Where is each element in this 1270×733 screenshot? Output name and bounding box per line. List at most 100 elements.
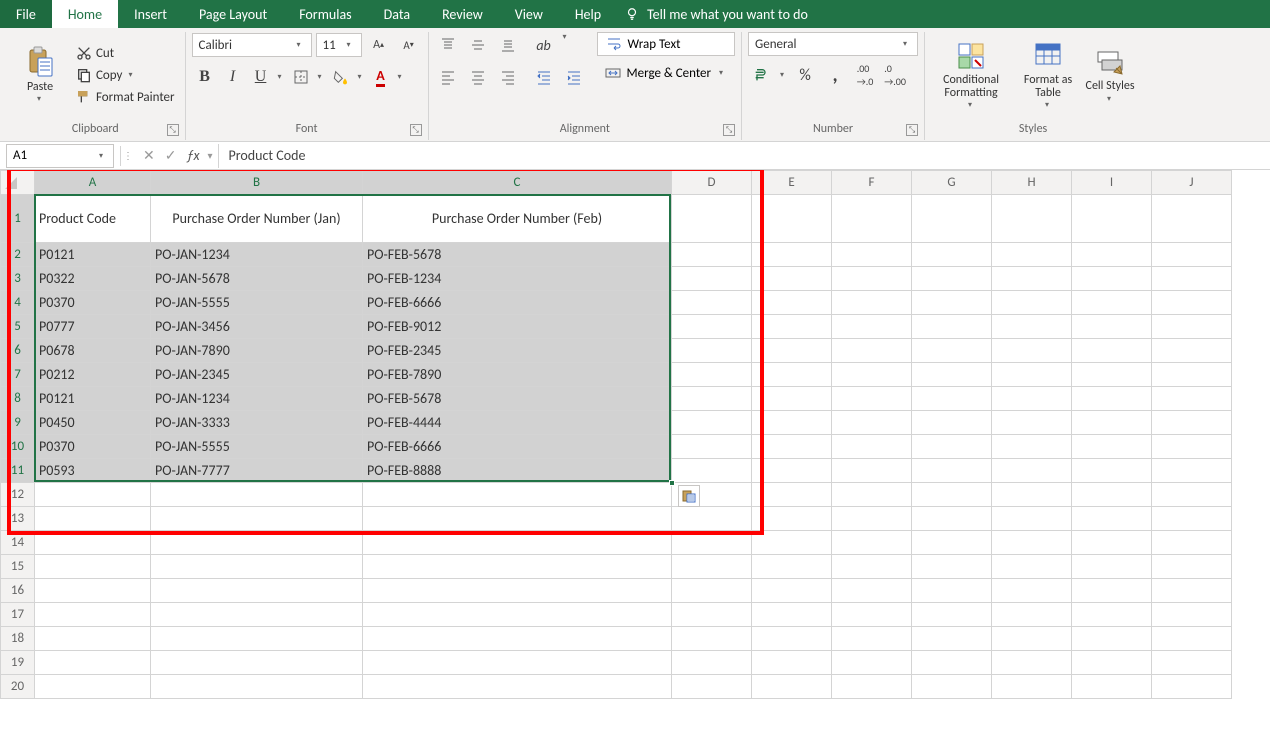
cell[interactable] xyxy=(363,483,672,507)
borders-button[interactable] xyxy=(288,64,314,90)
tab-home[interactable]: Home xyxy=(52,0,118,28)
cell[interactable] xyxy=(912,387,992,411)
cell[interactable] xyxy=(1072,627,1152,651)
cell[interactable] xyxy=(992,339,1072,363)
cell[interactable] xyxy=(752,195,832,243)
cell[interactable] xyxy=(1072,579,1152,603)
cell[interactable] xyxy=(363,555,672,579)
cell[interactable] xyxy=(1072,363,1152,387)
font-size-select[interactable]: 11▾ xyxy=(316,33,362,57)
fill-color-button[interactable] xyxy=(328,64,354,90)
col-header-C[interactable]: C xyxy=(363,171,672,195)
cell[interactable] xyxy=(363,531,672,555)
cell[interactable] xyxy=(1152,195,1232,243)
cell[interactable] xyxy=(992,459,1072,483)
tell-me[interactable]: Tell me what you want to do xyxy=(625,6,808,23)
cell-B10[interactable]: PO-JAN-5555 xyxy=(151,435,363,459)
fill-dd[interactable]: ▾ xyxy=(358,72,366,82)
cell[interactable] xyxy=(912,627,992,651)
worksheet-area[interactable]: A B C D E F G H I J 1Product CodePurchas… xyxy=(0,170,1270,699)
cell[interactable] xyxy=(832,339,912,363)
align-left-icon[interactable] xyxy=(435,64,461,90)
row-header-2[interactable]: 2 xyxy=(1,243,35,267)
cell[interactable] xyxy=(1152,579,1232,603)
cell[interactable] xyxy=(912,579,992,603)
cell[interactable] xyxy=(752,243,832,267)
cell[interactable] xyxy=(912,267,992,291)
cell[interactable] xyxy=(752,627,832,651)
wrap-text-button[interactable]: Wrap Text xyxy=(597,32,736,56)
cell[interactable] xyxy=(1072,387,1152,411)
cell-B8[interactable]: PO-JAN-1234 xyxy=(151,387,363,411)
cell[interactable] xyxy=(672,267,752,291)
cell[interactable] xyxy=(912,339,992,363)
tab-page-layout[interactable]: Page Layout xyxy=(183,0,283,28)
row-header-9[interactable]: 9 xyxy=(1,411,35,435)
cell-B5[interactable]: PO-JAN-3456 xyxy=(151,315,363,339)
cell[interactable] xyxy=(1152,267,1232,291)
row-header-16[interactable]: 16 xyxy=(1,579,35,603)
cell[interactable] xyxy=(151,531,363,555)
cell[interactable] xyxy=(1152,555,1232,579)
cell[interactable] xyxy=(832,627,912,651)
cell[interactable] xyxy=(1152,387,1232,411)
cell[interactable] xyxy=(35,531,151,555)
cell[interactable] xyxy=(992,603,1072,627)
cell[interactable] xyxy=(992,651,1072,675)
cell[interactable] xyxy=(1072,315,1152,339)
dialog-launcher-icon[interactable]: ⤡ xyxy=(723,124,735,136)
cell-A9[interactable]: P0450 xyxy=(35,411,151,435)
percent-button[interactable]: % xyxy=(792,62,818,88)
align-right-icon[interactable] xyxy=(495,64,521,90)
col-header-A[interactable]: A xyxy=(35,171,151,195)
cell[interactable] xyxy=(832,267,912,291)
cell-B11[interactable]: PO-JAN-7777 xyxy=(151,459,363,483)
cell[interactable] xyxy=(992,315,1072,339)
cell[interactable] xyxy=(672,435,752,459)
cell[interactable] xyxy=(1152,339,1232,363)
cell-C2[interactable]: PO-FEB-5678 xyxy=(363,243,672,267)
cell[interactable] xyxy=(752,603,832,627)
cell-A1[interactable]: Product Code xyxy=(35,195,151,243)
align-middle-icon[interactable] xyxy=(465,32,491,58)
cell[interactable] xyxy=(992,411,1072,435)
row-header-7[interactable]: 7 xyxy=(1,363,35,387)
cell-A7[interactable]: P0212 xyxy=(35,363,151,387)
row-header-19[interactable]: 19 xyxy=(1,651,35,675)
cell[interactable] xyxy=(992,531,1072,555)
cell[interactable] xyxy=(1152,603,1232,627)
fontcolor-dd[interactable]: ▾ xyxy=(398,72,406,82)
dialog-launcher-icon[interactable]: ⤡ xyxy=(906,124,918,136)
cell[interactable] xyxy=(672,291,752,315)
cell[interactable] xyxy=(912,243,992,267)
cell[interactable] xyxy=(1072,243,1152,267)
cell[interactable] xyxy=(1152,291,1232,315)
cell[interactable] xyxy=(992,579,1072,603)
cell-B6[interactable]: PO-JAN-7890 xyxy=(151,339,363,363)
cell[interactable] xyxy=(912,555,992,579)
tab-formulas[interactable]: Formulas xyxy=(283,0,367,28)
cell[interactable] xyxy=(35,555,151,579)
cell[interactable] xyxy=(672,603,752,627)
cell[interactable] xyxy=(992,363,1072,387)
cell-C5[interactable]: PO-FEB-9012 xyxy=(363,315,672,339)
decrease-decimal-icon[interactable]: .0→.00 xyxy=(882,62,908,88)
row-header-17[interactable]: 17 xyxy=(1,603,35,627)
dialog-launcher-icon[interactable]: ⤡ xyxy=(167,124,179,136)
cell[interactable] xyxy=(151,675,363,699)
cell-C6[interactable]: PO-FEB-2345 xyxy=(363,339,672,363)
cell[interactable] xyxy=(992,387,1072,411)
col-header-H[interactable]: H xyxy=(992,171,1072,195)
cell[interactable] xyxy=(752,267,832,291)
cut-button[interactable]: Cut xyxy=(72,43,179,63)
cell-B1[interactable]: Purchase Order Number (Jan) xyxy=(151,195,363,243)
cell[interactable] xyxy=(992,675,1072,699)
cell[interactable] xyxy=(752,483,832,507)
cell[interactable] xyxy=(672,363,752,387)
cell[interactable] xyxy=(35,507,151,531)
cell[interactable] xyxy=(992,195,1072,243)
decrease-indent-icon[interactable] xyxy=(531,64,557,90)
bold-button[interactable]: B xyxy=(192,64,218,90)
cell[interactable] xyxy=(752,411,832,435)
underline-button[interactable]: U xyxy=(248,64,274,90)
